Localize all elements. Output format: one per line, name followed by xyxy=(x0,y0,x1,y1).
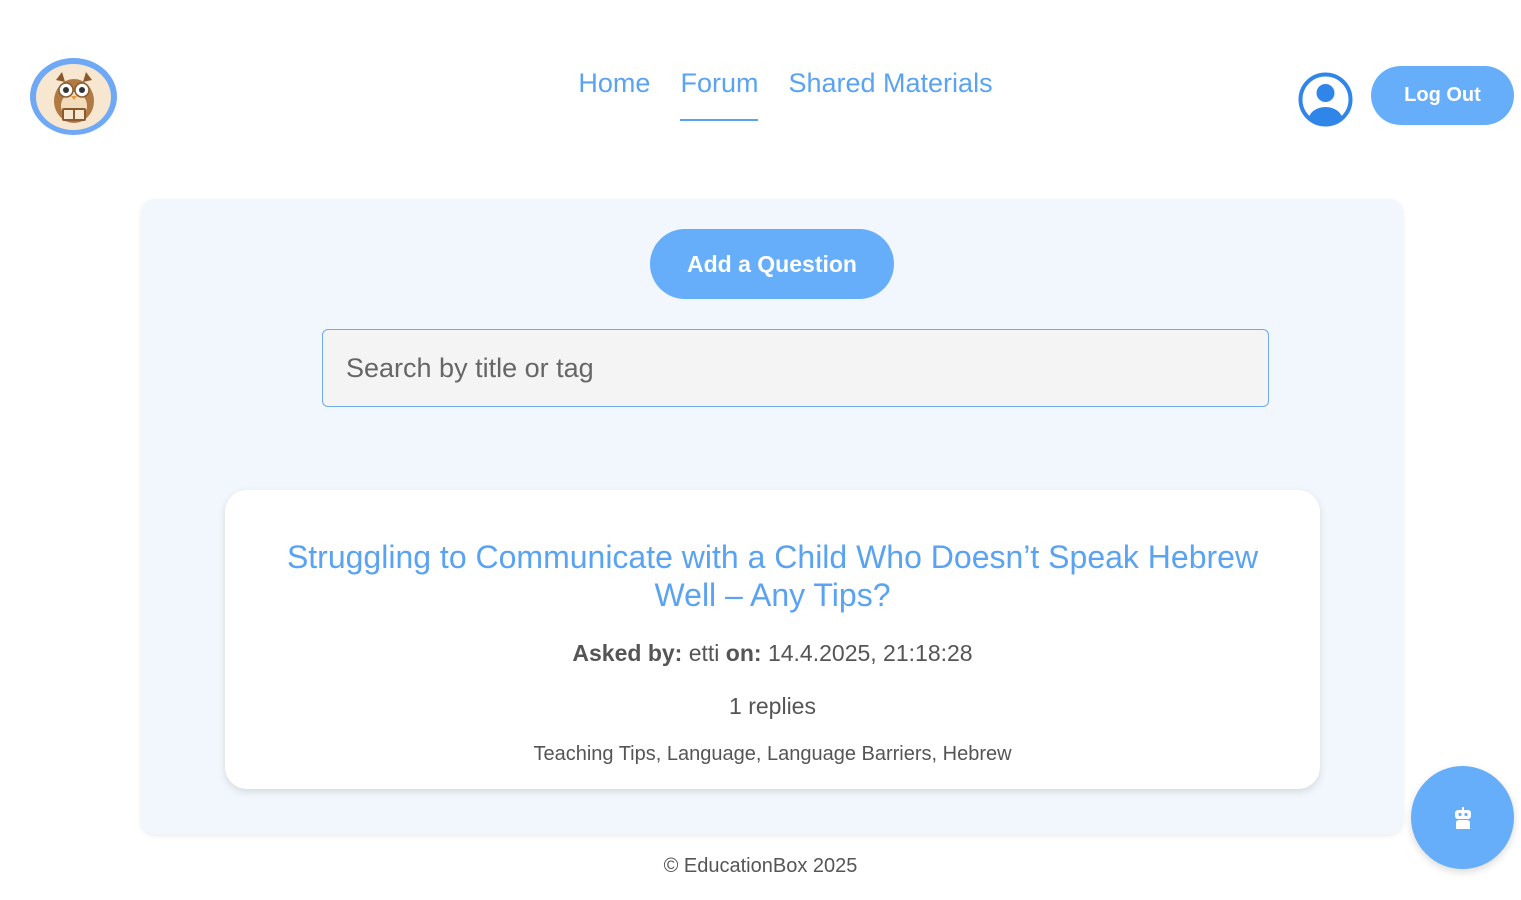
page: Home Forum Shared Materials Log Out Add … xyxy=(0,0,1521,900)
footer-copyright: © EducationBox 2025 xyxy=(663,855,858,877)
question-meta: Asked by: etti on: 14.4.2025, 21:18:28 xyxy=(225,640,1320,667)
question-title[interactable]: Struggling to Communicate with a Child W… xyxy=(265,538,1280,614)
nav-forum[interactable]: Forum xyxy=(680,68,759,121)
search-input[interactable] xyxy=(322,329,1269,407)
main-nav: Home Forum Shared Materials xyxy=(0,68,1521,121)
nav-home[interactable]: Home xyxy=(578,68,650,121)
post-date: 14.4.2025, 21:18:28 xyxy=(767,640,973,666)
logout-button[interactable]: Log Out xyxy=(1371,66,1514,125)
on-label: on: xyxy=(725,640,762,666)
nav-shared-materials[interactable]: Shared Materials xyxy=(788,68,992,121)
add-question-button[interactable]: Add a Question xyxy=(650,229,894,299)
author-name: etti xyxy=(688,640,720,666)
chatbot-button[interactable] xyxy=(1411,766,1514,869)
forum-panel: Add a Question Struggling to Communicate… xyxy=(141,199,1403,834)
question-tags: Teaching Tips, Language, Language Barrie… xyxy=(533,743,1012,765)
asked-by-label: Asked by: xyxy=(572,640,683,666)
question-card[interactable]: Struggling to Communicate with a Child W… xyxy=(225,490,1320,789)
robot-icon xyxy=(1454,806,1471,829)
user-circle-icon[interactable] xyxy=(1298,72,1353,127)
reply-count: 1 replies xyxy=(729,693,816,719)
